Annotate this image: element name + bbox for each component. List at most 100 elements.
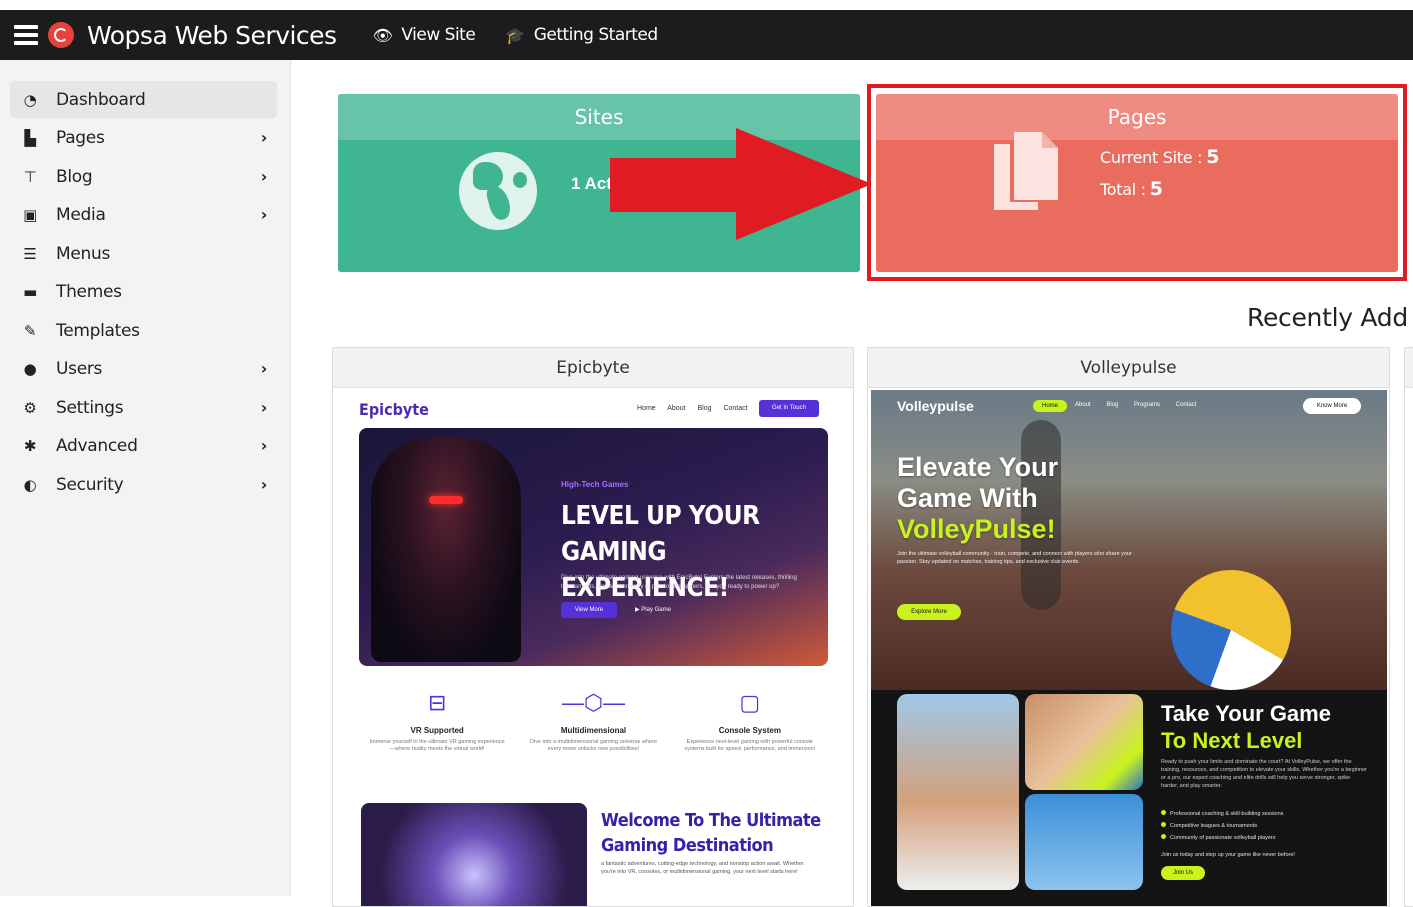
media-icon: ▣ xyxy=(23,205,37,224)
sidebar-item-label: Dashboard xyxy=(56,89,146,110)
cube-icon: —⬡— xyxy=(561,690,626,715)
preview-headline-line: Game With xyxy=(897,483,1038,513)
bullet-item: Competitive leagues & tournaments xyxy=(1161,820,1283,832)
pages-icon: ▙ xyxy=(24,128,36,147)
preview-nav-link: About xyxy=(1075,402,1091,408)
preview-nav-link: Blog xyxy=(697,405,712,412)
preview-features: ⊟ VR Supported Immerse yourself in the u… xyxy=(359,690,828,770)
preview-play-link: ▶ Play Game xyxy=(635,607,671,613)
preview-button: View More xyxy=(561,602,617,618)
getting-started-label: Getting Started xyxy=(533,25,658,45)
sidebar-item-label: Pages xyxy=(56,127,105,148)
preview-headline-line: VolleyPulse! xyxy=(897,514,1056,544)
preview-logo: Volleypulse xyxy=(897,398,974,414)
feature-title: Console System xyxy=(718,726,781,735)
pages-card[interactable]: Pages Current Site : 5 Total : 5 xyxy=(876,94,1398,272)
sidebar-item-label: Advanced xyxy=(56,435,138,456)
bullet-text: Professional coaching & skill-building s… xyxy=(1170,811,1284,817)
beach-volley-photo xyxy=(1025,794,1143,890)
bullet-item: Community of passionate volleyball playe… xyxy=(1161,832,1283,844)
preview-nav-links: About Blog Programs Contact xyxy=(1075,402,1210,408)
sidebar-item-templates[interactable]: ✎ Templates xyxy=(10,312,277,349)
preview-cta-button: Know More xyxy=(1303,398,1361,414)
preview-feature: ▢ Console System Experience next-level g… xyxy=(680,690,820,770)
list-icon: ☰ xyxy=(23,244,37,263)
preview-cta-button: Get In Touch xyxy=(759,400,819,417)
top-navbar: Wopsa Web Services 👁 View Site 🎓 Getting… xyxy=(0,10,1413,60)
preview-logo: Epicbyte xyxy=(359,400,429,419)
welcome-line: Welcome To The Ultimate xyxy=(601,810,821,831)
user-icon: ● xyxy=(23,359,37,378)
view-site-label: View Site xyxy=(401,25,476,45)
current-site-value: 5 xyxy=(1206,146,1220,168)
preview-body: Join the ultimate volleyball community -… xyxy=(897,551,1132,565)
theme-card-epicbyte[interactable]: Epicbyte Epicbyte Home About Blog Contac… xyxy=(332,347,854,907)
feature-title: VR Supported xyxy=(410,726,464,735)
sidebar-item-themes[interactable]: ▬ Themes xyxy=(10,273,277,310)
preview-nav-active: Home xyxy=(1033,400,1067,412)
pin-icon: ⊤ xyxy=(23,167,37,186)
preview-navbar: Epicbyte Home About Blog Contact Get In … xyxy=(359,400,819,422)
sidebar-item-users[interactable]: ● Users › xyxy=(10,350,277,387)
feature-desc: Dive into a multidimensional gaming univ… xyxy=(530,739,657,752)
preview-welcome-heading: Welcome To The Ultimate Gaming Destinati… xyxy=(601,808,821,858)
player-photo xyxy=(897,694,1019,890)
chevron-right-icon: › xyxy=(260,475,268,494)
sidebar-item-label: Blog xyxy=(56,166,93,187)
chevron-right-icon: › xyxy=(260,128,268,147)
recently-added-heading: Recently Add xyxy=(1247,303,1408,332)
preview-body: Dive into the ultimate gaming universe w… xyxy=(561,575,797,590)
hooded-figure-image xyxy=(371,438,521,662)
sidebar-item-label: Media xyxy=(56,204,106,225)
getting-started-link[interactable]: 🎓 Getting Started xyxy=(505,25,658,45)
eye-icon: 👁 xyxy=(372,25,393,45)
dashboard-icon: ◔ xyxy=(23,90,37,109)
globe-icon xyxy=(459,152,537,230)
preview-headline-line: GAMING EXPERIENCE! xyxy=(561,537,729,603)
preview-hero: Volleypulse Home About Blog Programs Con… xyxy=(871,390,1387,690)
sidebar-item-menus[interactable]: ☰ Menus xyxy=(10,235,277,272)
current-site-label: Current Site : xyxy=(1100,148,1203,167)
brand-logo-icon xyxy=(48,22,74,48)
view-site-link[interactable]: 👁 View Site xyxy=(373,25,476,45)
chevron-right-icon: › xyxy=(260,205,268,224)
bullet-text: Competitive leagues & tournaments xyxy=(1170,823,1258,829)
preview-navbar: Volleypulse Home About Blog Programs Con… xyxy=(871,390,1387,422)
preview-nav-link: Programs xyxy=(1134,402,1161,408)
feature-title: Multidimensional xyxy=(560,726,627,735)
theme-card-partial[interactable] xyxy=(1404,347,1413,907)
brand-name[interactable]: Wopsa Web Services xyxy=(87,21,337,50)
preview-join-button: Join Us xyxy=(1161,866,1205,880)
preview-button: Explore More xyxy=(897,604,961,620)
bullet-item: Professional coaching & skill-building s… xyxy=(1161,808,1283,820)
console-icon: ▢ xyxy=(739,690,761,715)
chevron-right-icon: › xyxy=(260,359,268,378)
graduation-cap-icon: 🎓 xyxy=(505,25,525,45)
sidebar-item-media[interactable]: ▣ Media › xyxy=(10,196,277,233)
shield-icon: ◐ xyxy=(23,475,37,494)
sidebar: ◔ Dashboard ▙ Pages › ⊤ Blog › ▣ Media ›… xyxy=(0,60,291,896)
total-label: Total : xyxy=(1100,180,1146,199)
sidebar-item-pages[interactable]: ▙ Pages › xyxy=(10,119,277,156)
preview-section-text: Ready to push your limits and dominate t… xyxy=(1161,759,1367,789)
preview-play-label: Play Game xyxy=(641,607,671,613)
preview-hero: High-Tech Games LEVEL UP YOUR GAMING EXP… xyxy=(359,428,828,666)
theme-name: Epicbyte xyxy=(333,348,853,388)
preview-nav-link: Blog xyxy=(1106,402,1119,408)
sidebar-item-advanced[interactable]: ✱ Advanced › xyxy=(10,427,277,464)
preview-section: Take Your Game To Next Level Ready to pu… xyxy=(871,690,1387,906)
sidebar-item-blog[interactable]: ⊤ Blog › xyxy=(10,158,277,195)
preview-headline: Elevate Your Game With VolleyPulse! xyxy=(897,452,1058,545)
annotation-arrow-icon xyxy=(610,128,872,240)
hamburger-menu-icon[interactable] xyxy=(14,25,38,45)
sidebar-item-settings[interactable]: ⚙ Settings › xyxy=(10,389,277,426)
cogs-icon: ⚙ xyxy=(23,398,37,417)
sidebar-item-dashboard[interactable]: ◔ Dashboard xyxy=(10,81,277,118)
preview-tag: High-Tech Games xyxy=(561,480,629,489)
theme-card-volleypulse[interactable]: Volleypulse Volleypulse Home About Blog … xyxy=(867,347,1390,907)
preview-nav-link: Contact xyxy=(1175,402,1197,408)
sidebar-item-security[interactable]: ◐ Security › xyxy=(10,466,277,503)
preview-headline-line: Elevate Your xyxy=(897,452,1059,482)
chevron-right-icon: › xyxy=(260,167,268,186)
sidebar-item-label: Menus xyxy=(56,243,111,264)
